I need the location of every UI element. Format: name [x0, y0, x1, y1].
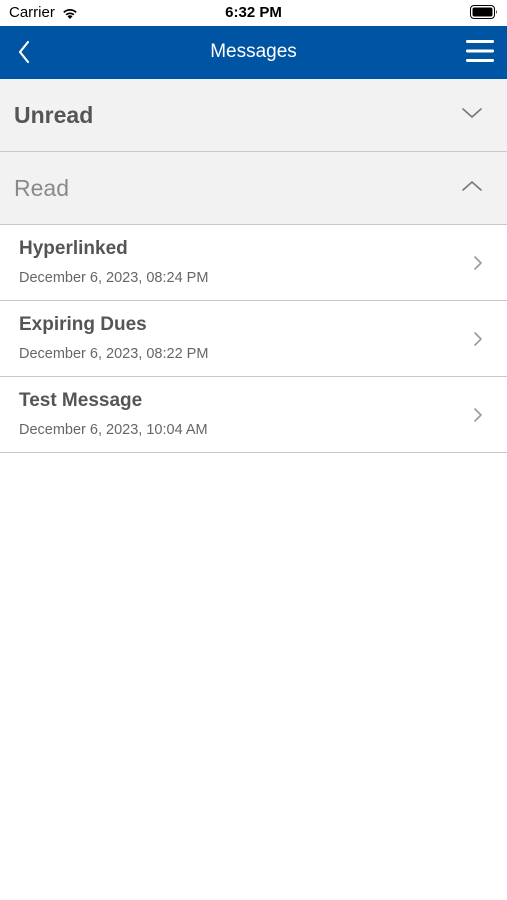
unread-section-header[interactable]: Unread [0, 79, 507, 152]
message-title: Test Message [19, 390, 143, 411]
message-date: December 6, 2023, 08:22 PM [19, 346, 209, 362]
menu-button[interactable] [465, 37, 497, 67]
unread-section-label: Unread [14, 102, 94, 128]
read-section-header[interactable]: Read [0, 152, 507, 225]
page-title: Messages [210, 41, 297, 62]
message-date: December 6, 2023, 08:24 PM [19, 270, 209, 286]
chevron-up-icon [462, 181, 482, 191]
battery-icon [470, 5, 497, 19]
read-section-label: Read [14, 175, 69, 201]
hamburger-menu-icon [466, 40, 494, 62]
status-time: 6:32 PM [225, 4, 282, 21]
message-title: Hyperlinked [19, 238, 128, 259]
chevron-right-icon [474, 256, 482, 270]
chevron-right-icon [474, 332, 482, 346]
message-row[interactable]: Expiring Dues December 6, 2023, 08:22 PM [0, 301, 507, 377]
message-row[interactable]: Test Message December 6, 2023, 10:04 AM [0, 377, 507, 453]
message-title: Expiring Dues [19, 314, 147, 335]
chevron-down-icon [462, 108, 482, 118]
message-row[interactable]: Hyperlinked December 6, 2023, 08:24 PM [0, 225, 507, 301]
navigation-bar: Messages [0, 26, 507, 79]
chevron-right-icon [474, 408, 482, 422]
message-date: December 6, 2023, 10:04 AM [19, 422, 208, 438]
status-bar: Carrier 6:32 PM [0, 0, 507, 26]
